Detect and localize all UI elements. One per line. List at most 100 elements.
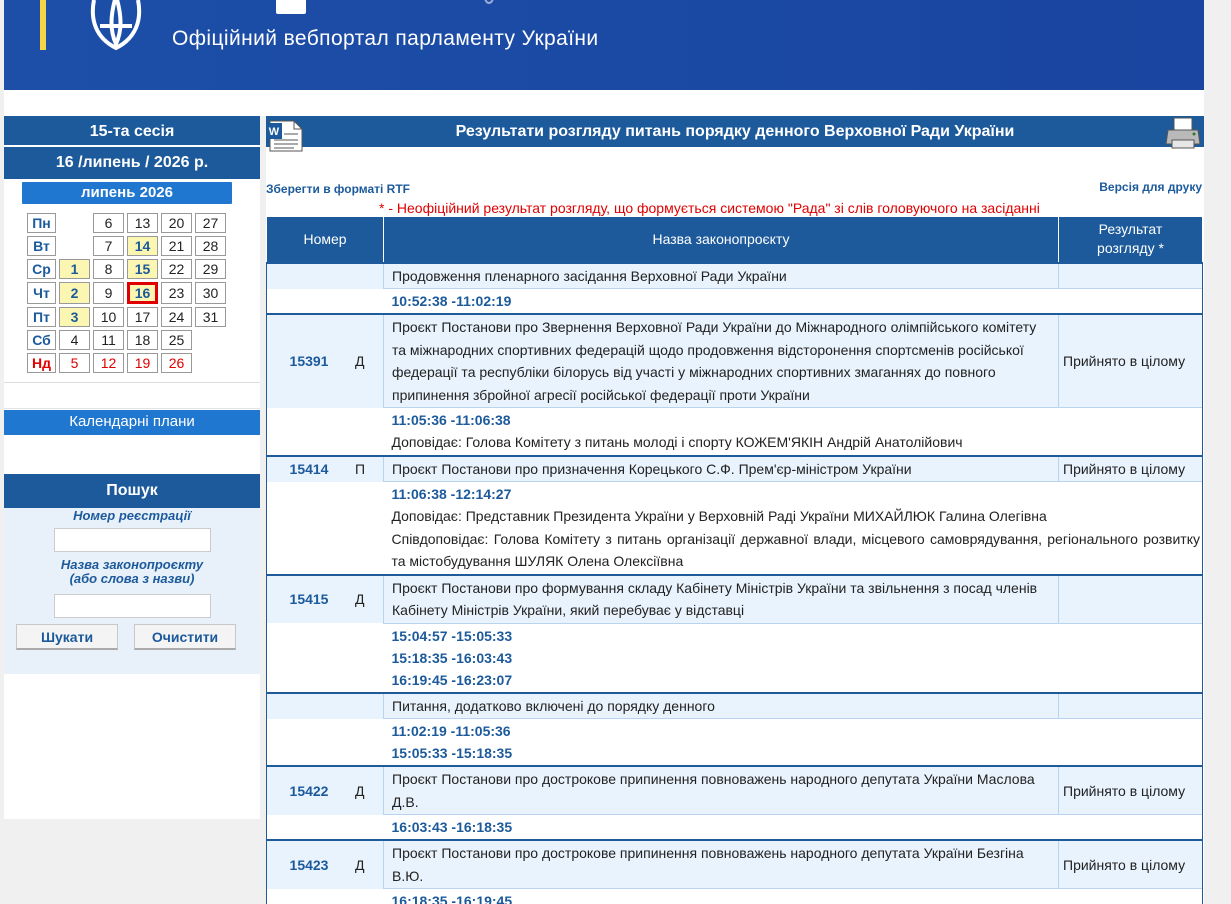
calendar-day-cell [59,213,90,233]
bill-name[interactable]: Проєкт Постанови про призначення Корецьк… [383,455,1059,482]
calendar-day-cell [195,353,226,373]
bill-result[interactable] [1058,692,1203,719]
calendar-day-cell: 19 [127,353,158,373]
bill-name[interactable]: Проєкт Постанови про Звернення Верховної… [383,314,1059,408]
calendar-day-cell: 23 [161,282,192,304]
calendar-day-name: Пн [27,213,56,233]
bill-name[interactable]: Проєкт Постанови про дострокове припинен… [383,766,1059,815]
calendar-day-cell[interactable]: 15 [127,259,158,279]
calendar-day-cell [195,330,226,350]
bill-result[interactable] [1058,262,1203,289]
printer-icon[interactable] [1164,116,1202,150]
bill-result[interactable]: Прийнято в цілому [1058,766,1203,815]
calendar-day-cell: 21 [161,236,192,256]
bill-number[interactable]: 15422 [267,783,351,799]
word-document-icon[interactable]: W [266,120,304,152]
calendar-day-cell[interactable]: 3 [59,307,90,327]
reg-number-input[interactable] [53,528,211,552]
agenda-item-row: 15391 Д Проєкт Постанови про Звернення Вер… [266,314,1203,408]
calendar-day-cell: 8 [93,259,124,279]
calendar-week-row: Сб 4 11 18 25 [27,330,226,350]
agenda-item-row: 15414 П Проєкт Постанови про призначення К… [266,455,1203,482]
calendar-week-row: Вт 7 14 21 28 [27,236,226,256]
calendar-day-name: Сб [27,330,56,350]
column-header-result: Результат розгляду * [1058,216,1203,263]
search-button[interactable]: Шукати [16,624,118,650]
bill-type: Д [355,591,365,608]
left-sidebar: 15-та сесія 16 /липень / 2026 р. липень … [4,116,260,819]
time-interval: 11:06:38 -12:14:27 [391,486,512,502]
bill-number[interactable]: 15414 [267,461,351,477]
calendar-day-cell[interactable]: 2 [59,282,90,304]
calendar-plans-link[interactable]: Календарні плани [4,409,260,435]
bill-type: Д [355,856,365,873]
calendar-day-cell: 31 [195,307,226,327]
calendar-day-cell: 26 [161,353,192,373]
agenda-item-details: 11:05:36 -11:06:38 Доповідає: Голова Комі… [266,407,1203,456]
calendar-day-cell: 5 [59,353,90,373]
speaker-report: Доповідає: Голова Комітету з питань моло… [391,434,963,450]
calendar: Пн 6 13 20 27 Вт 7 14 21 28 Ср 1 8 15 22 29 Чт 2 9 16 23 30 Пт… [24,210,229,376]
time-interval: 16:19:45 -16:23:07 [391,671,513,688]
agenda-item-details: 15:04:57 -15:05:33 15:18:35 -16:03:43 16:1… [266,622,1203,693]
search-panel: Пошук Номер реєстрації Назва законопроєк… [4,474,260,674]
session-title[interactable]: 15-та сесія [4,116,260,147]
month-selector[interactable]: липень 2026 [22,182,232,204]
time-interval: 11:05:36 -11:06:38 [391,412,511,428]
calendar-day-cell[interactable]: 16 [127,282,158,304]
bill-name-hint: (або слова з назви) [69,571,195,586]
bill-result[interactable] [1058,574,1203,623]
bill-name[interactable]: Проєкт Постанови про дострокове припинен… [383,840,1059,889]
calendar-day-cell: 11 [93,330,124,350]
site-header: Офіційний вебпортал парламенту України [4,0,1204,90]
time-interval: 11:02:19 -11:05:36 [391,723,511,739]
calendar-day-cell: 27 [195,213,226,233]
bill-result[interactable]: Прийнято в цілому [1058,455,1203,482]
results-table: Номер Назва законопроєкту Результат розг… [266,216,1203,904]
bill-name-input[interactable] [53,594,211,618]
coat-of-arms-icon[interactable] [76,0,156,56]
time-interval: 15:04:57 -15:05:33 [391,627,513,644]
bill-number[interactable]: 15415 [267,591,351,607]
reg-number-label: Номер реєстрації [73,508,191,523]
bill-result[interactable]: Прийнято в цілому [1058,840,1203,889]
calendar-day-cell: 25 [161,330,192,350]
header-accent-bar [40,0,46,50]
header-spacer [4,90,1204,116]
bill-number[interactable]: 15423 [267,857,351,873]
agenda-item-details: 10:52:38 -11:02:19 [266,288,1203,314]
site-subtitle: Офіційний вебпортал парламенту України [172,27,599,50]
bill-name[interactable]: Питання, додатково включені до порядку д… [383,692,1059,719]
bill-name[interactable]: Продовження пленарного засідання Верховн… [383,262,1059,289]
main-content: Результати розгляду питань порядку денно… [266,116,1204,904]
bill-name-label: Назва законопроєкту [60,557,204,572]
agenda-item-row: Питання, додатково включені до порядку д… [266,692,1203,719]
calendar-day-cell: 20 [161,213,192,233]
agenda-item-details: 16:03:43 -16:18:35 [266,814,1203,840]
save-rtf-link[interactable]: Зберегти в форматі RTF [266,182,410,196]
bill-number[interactable]: 15391 [267,353,351,369]
print-version-link[interactable]: Версія для друку [1099,180,1202,194]
calendar-day-name: Нд [27,353,56,373]
column-header-bill-name: Назва законопроєкту [383,216,1059,263]
agenda-item-details: 11:02:19 -11:05:36 15:05:33 -15:18:35 [266,718,1203,766]
calendar-day-cell: 10 [93,307,124,327]
column-header-result-line-2: розгляду * [1097,240,1164,257]
calendar-week-row: Чт 2 9 16 23 30 [27,282,226,304]
agenda-item-details: 11:06:38 -12:14:27 Доповідає: Представник… [266,481,1203,575]
clear-button[interactable]: Очистити [134,624,236,650]
calendar-day-cell: 29 [195,259,226,279]
bill-result[interactable]: Прийнято в цілому [1058,314,1203,408]
bill-type: Д [355,353,365,370]
calendar-day-cell: 18 [127,330,158,350]
calendar-day-cell: 6 [93,213,124,233]
bill-name[interactable]: Проєкт Постанови про формування складу К… [383,574,1059,623]
calendar-week-row: Пт 3 10 17 24 31 [27,307,226,327]
svg-text:W: W [269,126,280,138]
calendar-day-cell: 13 [127,213,158,233]
calendar-day-cell[interactable]: 1 [59,259,90,279]
calendar-day-cell[interactable]: 14 [127,236,158,256]
calendar-plans-box: Календарні плани [4,382,260,435]
header-logo-text-fragment [484,0,494,4]
speaker-report: Співдоповідає: Голова Комітету з питань … [391,530,1201,570]
